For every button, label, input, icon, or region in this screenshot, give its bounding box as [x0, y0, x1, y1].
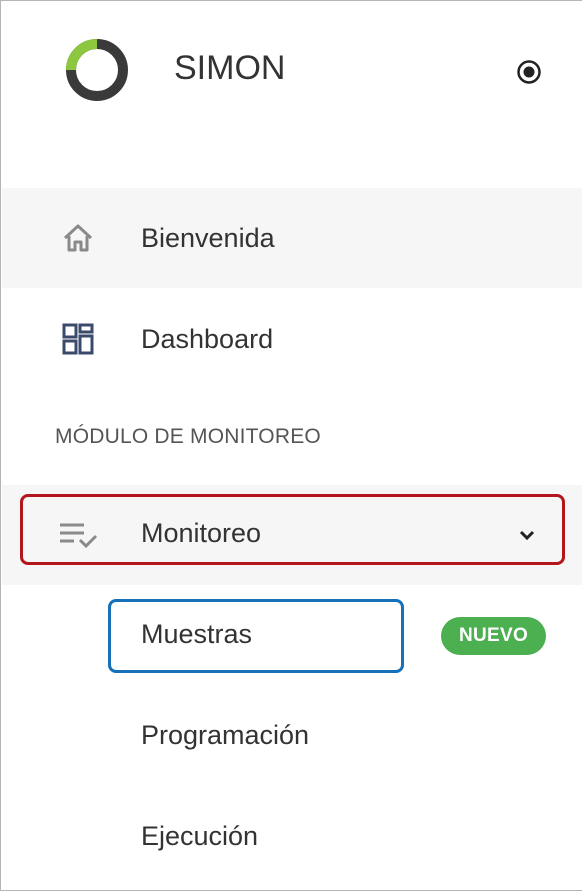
- home-icon: [60, 220, 96, 256]
- app-logo-icon: [61, 34, 133, 106]
- sub-item-ejecucion[interactable]: Ejecución: [2, 788, 582, 888]
- sidebar: SIMON Bienvenida Dashboard MÓDULO DE MON…: [0, 0, 582, 891]
- nav-item-label: Dashboard: [141, 323, 274, 354]
- section-header: MÓDULO DE MONITOREO: [55, 425, 321, 448]
- sub-item-programacion[interactable]: Programación: [2, 687, 582, 787]
- chevron-down-icon[interactable]: [514, 522, 540, 548]
- sub-item-label: Programación: [141, 720, 310, 750]
- new-badge: NUEVO: [441, 617, 546, 655]
- app-title: SIMON: [174, 49, 286, 87]
- sub-item-label: Muestras: [141, 619, 253, 649]
- dashboard-icon: [60, 321, 96, 357]
- checklist-icon: [58, 517, 98, 553]
- nav-item-bienvenida[interactable]: Bienvenida: [2, 188, 582, 288]
- radio-target-icon[interactable]: [514, 57, 544, 87]
- nav-group-label: Monitoreo: [141, 518, 262, 548]
- nav-item-label: Bienvenida: [141, 222, 275, 253]
- sub-item-label: Ejecución: [141, 821, 259, 851]
- sidebar-header: SIMON: [1, 1, 582, 131]
- nav-group-monitoreo[interactable]: Monitoreo: [2, 485, 582, 585]
- nav-item-dashboard[interactable]: Dashboard: [2, 289, 582, 389]
